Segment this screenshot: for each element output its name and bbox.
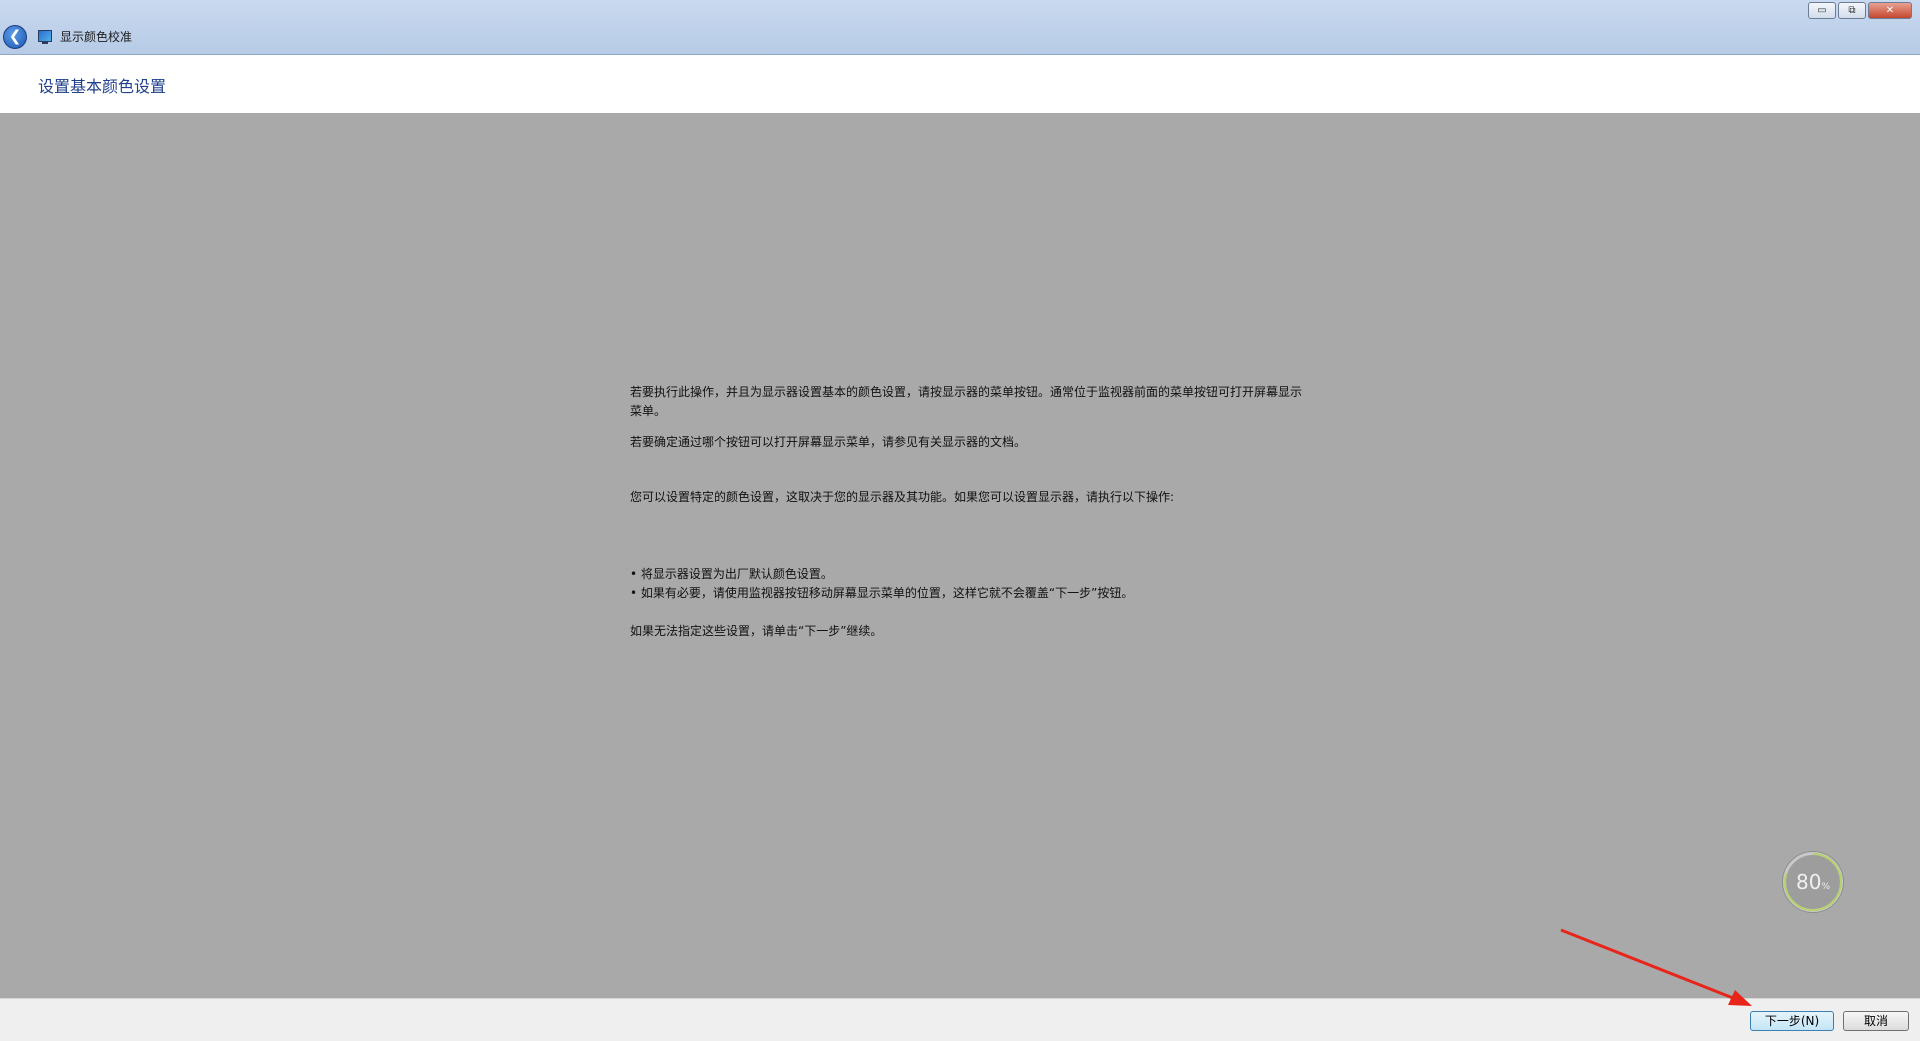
instruction-list: • 将显示器设置为出厂默认颜色设置。 • 如果有必要，请使用监视器按钮移动屏幕显… (630, 565, 1310, 603)
window-title: 显示颜色校准 (60, 30, 133, 44)
minimize-button[interactable]: ▭ (1808, 2, 1836, 19)
maximize-button[interactable]: ⧉ (1838, 2, 1866, 19)
list-item: • 将显示器设置为出厂默认颜色设置。 (630, 567, 833, 581)
instruction-paragraph-1: 若要执行此操作，并且为显示器设置基本的颜色设置，请按显示器的菜单按钮。通常位于监… (630, 385, 1303, 418)
gauge-ring-icon (1784, 853, 1842, 911)
cancel-button[interactable]: 取消 (1843, 1011, 1909, 1031)
instruction-paragraph-4: 如果无法指定这些设置，请单击“下一步”继续。 (630, 624, 883, 638)
window-controls: ▭ ⧉ ✕ (1808, 2, 1912, 19)
footer-bar: 下一步(N) 取消 (0, 998, 1920, 1041)
instruction-paragraph-2: 若要确定通过哪个按钮可以打开屏幕显示菜单，请参见有关显示器的文档。 (630, 435, 1027, 449)
back-arrow-icon[interactable]: ❮ (3, 25, 27, 49)
progress-gauge[interactable]: 80% (1783, 852, 1843, 912)
instruction-paragraph-3: 您可以设置特定的颜色设置，这取决于您的显示器及其功能。如果您可以设置显示器，请执… (630, 490, 1175, 504)
header-panel: 设置基本颜色设置 (0, 55, 1920, 113)
close-button[interactable]: ✕ (1868, 2, 1912, 19)
instructions: 若要执行此操作，并且为显示器设置基本的颜色设置，请按显示器的菜单按钮。通常位于监… (630, 383, 1310, 641)
calibration-window: ❮ 显示颜色校准 ▭ ⧉ ✕ 设置基本颜色设置 若要执行此操作，并且为显示器设置… (0, 0, 1920, 1041)
list-item: • 如果有必要，请使用监视器按钮移动屏幕显示菜单的位置，这样它就不会覆盖“下一步… (630, 586, 1134, 600)
page-title: 设置基本颜色设置 (38, 77, 167, 96)
display-icon (38, 30, 52, 44)
next-button[interactable]: 下一步(N) (1750, 1011, 1834, 1031)
title-bar: ❮ 显示颜色校准 ▭ ⧉ ✕ (0, 0, 1920, 55)
